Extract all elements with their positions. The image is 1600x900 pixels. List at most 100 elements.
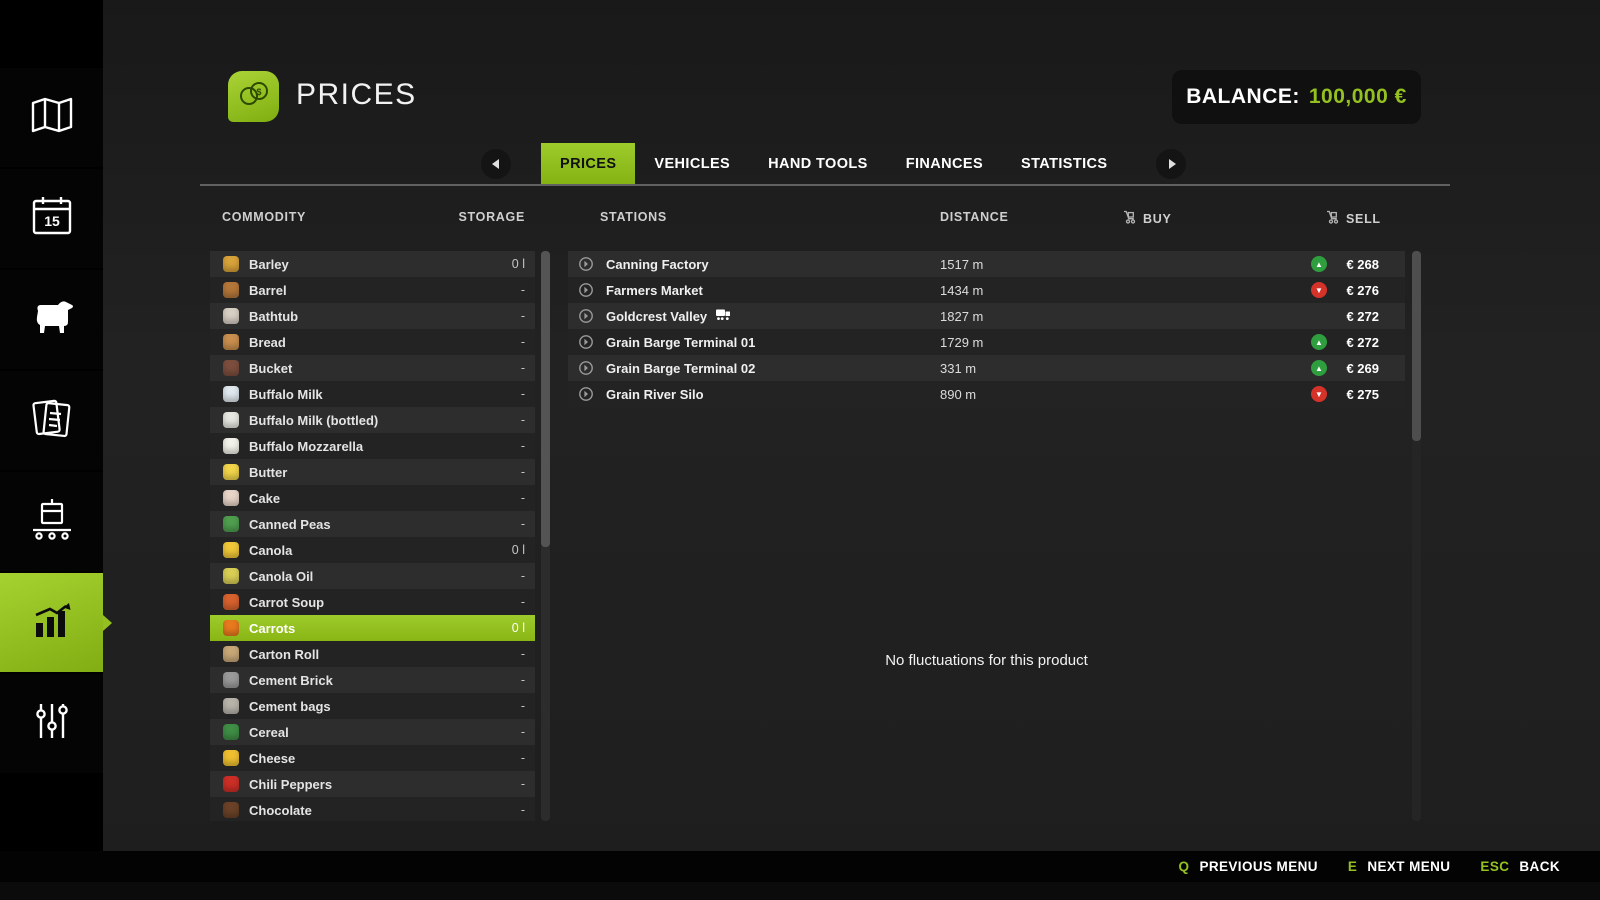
butter-icon [223,464,239,480]
shortcut-next-menu[interactable]: E NEXT MENU [1348,859,1451,874]
commodity-row[interactable]: Carton Roll - [210,641,535,667]
station-row[interactable]: Goldcrest Valley 1827 m € 272 [568,303,1405,329]
station-name: Farmers Market [606,282,703,298]
commodity-name: Bathtub [249,308,299,324]
shortcut-back[interactable]: ESC BACK [1480,859,1560,874]
balance-badge: BALANCE: 100,000 € [1172,70,1421,124]
balance-label: BALANCE: [1186,85,1300,108]
commodity-row[interactable]: Canola Oil - [210,563,535,589]
sidebar-item-contracts[interactable] [0,371,103,470]
station-sell-price: € 272 [1346,334,1379,350]
station-distance: 1729 m [940,334,984,350]
commodity-storage: - [520,465,525,479]
commodity-row[interactable]: Barley 0 l [210,251,535,277]
commodity-storage: - [520,491,525,505]
trend-icon: ▲ [1311,256,1327,272]
commodity-row[interactable]: Bathtub - [210,303,535,329]
station-distance: 1434 m [940,282,984,298]
sidebar-item-statistics[interactable] [0,573,112,672]
bread-icon [223,334,239,350]
carrot-soup-icon [223,594,239,610]
commodity-storage: - [520,439,525,453]
commodity-row[interactable]: Canned Peas - [210,511,535,537]
calendar-icon: 15 [30,195,74,242]
sidebar-item-animals[interactable] [0,270,103,369]
station-sell-point-icon [578,256,594,272]
train-icon [715,308,731,324]
stations-scrollbar[interactable] [1412,251,1421,821]
next-menu-label: NEXT MENU [1367,859,1451,874]
station-sell-price: € 276 [1346,282,1379,298]
commodity-row[interactable]: Cement bags - [210,693,535,719]
commodity-name: Cake [249,490,281,506]
commodity-row[interactable]: Cement Brick - [210,667,535,693]
tab-prices[interactable]: PRICES [541,143,636,184]
commodity-row[interactable]: Barrel - [210,277,535,303]
sell-label: SELL [1346,211,1381,226]
commodity-row[interactable]: Buffalo Milk (bottled) - [210,407,535,433]
station-sell-price: € 269 [1346,360,1379,376]
commodity-storage: - [520,751,525,765]
commodity-row[interactable]: Carrot Soup - [210,589,535,615]
commodity-row[interactable]: Bread - [210,329,535,355]
tabs-next-button[interactable] [1156,148,1187,179]
commodity-row[interactable]: Bucket - [210,355,535,381]
sell-cart-icon [1325,210,1339,227]
shortcut-previous-menu[interactable]: Q PREVIOUS MENU [1179,859,1318,874]
tab-finances[interactable]: FINANCES [887,143,1002,184]
column-header-storage: STORAGE [458,210,525,224]
barrel-icon [223,282,239,298]
svg-text:15: 15 [44,213,60,229]
station-row[interactable]: Grain Barge Terminal 02 331 m ▲ € 269 [568,355,1405,381]
station-name: Goldcrest Valley [606,308,708,324]
cheese-icon [223,750,239,766]
tab-statistics[interactable]: STATISTICS [1002,143,1126,184]
station-sell-price: € 272 [1346,308,1379,324]
column-header-stations: STATIONS [600,210,667,224]
commodity-storage: - [520,569,525,583]
commodity-row[interactable]: Chili Peppers - [210,771,535,797]
commodity-row[interactable]: Chocolate - [210,797,535,821]
canola-oil-icon [223,568,239,584]
commodity-name: Carrot Soup [249,594,325,610]
commodity-row[interactable]: Cake - [210,485,535,511]
animals-icon [28,297,76,342]
commodity-row[interactable]: Butter - [210,459,535,485]
sidebar: 15 [0,0,112,900]
sidebar-item-settings[interactable] [0,674,103,773]
page-title: PRICES [296,78,417,111]
canola-icon [223,542,239,558]
commodity-name: Canned Peas [249,516,331,532]
sidebar-item-map[interactable] [0,68,103,167]
commodity-row[interactable]: Cheese - [210,745,535,771]
commodity-row[interactable]: Buffalo Milk - [210,381,535,407]
commodity-row[interactable]: Canola 0 l [210,537,535,563]
commodity-row[interactable]: Carrots 0 l [210,615,535,641]
station-row[interactable]: Grain River Silo 890 m ▼ € 275 [568,381,1405,407]
station-row[interactable]: Canning Factory 1517 m ▲ € 268 [568,251,1405,277]
station-row[interactable]: Grain Barge Terminal 01 1729 m ▲ € 272 [568,329,1405,355]
column-header-distance: DISTANCE [940,210,1009,224]
back-label: BACK [1519,859,1560,874]
commodity-list: Barley 0 l Barrel - Bathtub - Bread - Bu… [210,251,535,821]
sidebar-item-production[interactable] [0,472,103,571]
previous-menu-label: PREVIOUS MENU [1199,859,1318,874]
commodity-name: Bucket [249,360,293,376]
commodity-name: Cereal [249,724,289,740]
tab-hand-tools[interactable]: HAND TOOLS [749,143,887,184]
commodity-row[interactable]: Cereal - [210,719,535,745]
tabs-prev-button[interactable] [481,148,511,179]
stations-scrollbar-thumb[interactable] [1412,251,1421,441]
station-sell-point-icon [578,360,594,376]
tab-vehicles[interactable]: VEHICLES [635,143,749,184]
commodity-scrollbar[interactable] [541,251,550,821]
commodity-name: Buffalo Mozzarella [249,438,364,454]
cement-brick-icon [223,672,239,688]
commodity-scrollbar-thumb[interactable] [541,251,550,547]
commodity-row[interactable]: Buffalo Mozzarella - [210,433,535,459]
sidebar-item-calendar[interactable]: 15 [0,169,103,268]
station-row[interactable]: Farmers Market 1434 m ▼ € 276 [568,277,1405,303]
column-header-sell: SELL [1325,210,1381,227]
commodity-storage: - [520,387,525,401]
svg-text:$: $ [256,87,261,97]
